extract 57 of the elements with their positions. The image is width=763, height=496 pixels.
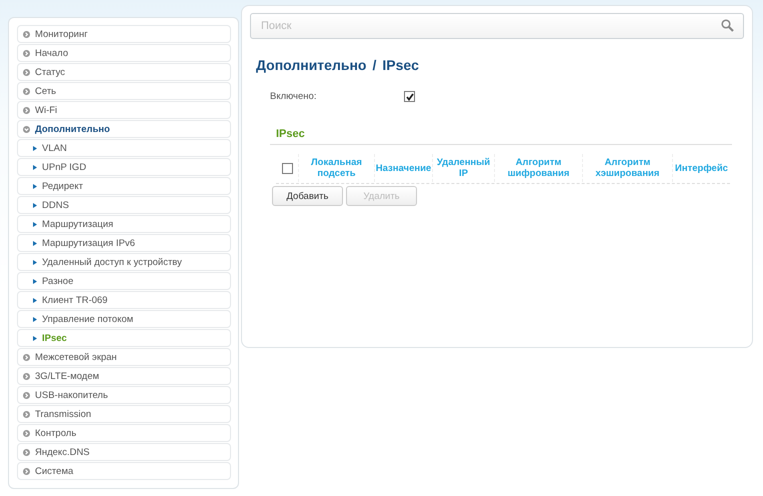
expand-icon [23,50,30,56]
arrow-icon [33,164,37,170]
menu-item[interactable]: Wi-Fi [17,101,231,119]
submenu-item[interactable]: Удаленный доступ к устройству [17,253,231,271]
enabled-label: Включено: [270,91,318,102]
section-title: IPsec [270,128,732,145]
search-icon [721,19,734,32]
menu-item[interactable]: Система [17,462,231,480]
submenu-item[interactable]: Клиент TR-069 [17,291,231,309]
page-title: Дополнительно [256,57,366,73]
menu-item[interactable]: Начало [17,44,231,62]
submenu-item[interactable]: DDNS [17,196,231,214]
expand-icon [23,354,30,360]
arrow-icon [33,240,37,246]
select-all-checkbox[interactable] [282,162,292,174]
menu-item[interactable]: 3G/LTE-модем [17,367,231,385]
add-button[interactable]: Добавить [272,186,343,206]
breadcrumb-separator: / [372,57,376,73]
expand-icon [23,68,30,76]
menu-item[interactable]: Transmission [17,405,231,423]
arrow-icon [33,298,37,302]
collapse-icon [23,126,30,132]
menu-item[interactable]: Дополнительно [17,120,231,138]
menu-item[interactable]: USB-накопитель [17,386,231,404]
search-field[interactable]: Поиск [250,13,744,39]
expand-icon [23,372,30,380]
expand-icon [23,106,30,114]
submenu-item[interactable]: UPnP IGD [17,158,231,176]
menu-item[interactable]: Межсетевой экран [17,348,231,366]
expand-icon [23,448,30,456]
expand-icon [23,392,30,398]
expand-icon [23,468,30,474]
menu-item[interactable]: Яндекс.DNS [17,443,231,461]
arrow-icon [33,202,37,208]
submenu-item[interactable]: VLAN [17,139,231,157]
expand-icon [23,88,30,94]
menu-item[interactable]: Сеть [17,82,231,100]
submenu-item[interactable]: Маршрутизация [17,215,231,233]
arrow-icon [33,316,37,322]
menu-item[interactable]: Контроль [17,424,231,442]
arrow-icon [33,278,37,284]
expand-icon [23,430,30,436]
submenu-item[interactable]: Разное [17,272,231,290]
arrow-icon [33,184,37,188]
expand-icon [23,30,30,38]
arrow-icon [33,146,37,150]
submenu-item[interactable]: Редирект [17,177,231,195]
page-title: IPsec [382,57,419,73]
menu-item[interactable]: Мониторинг [17,25,231,43]
enabled-checkbox[interactable] [404,91,415,102]
arrow-icon [33,222,37,226]
submenu-item[interactable]: Управление потоком [17,310,231,328]
arrow-icon [33,260,37,264]
arrow-icon [33,336,37,340]
submenu-item[interactable]: Маршрутизация IPv6 [17,234,231,252]
menu-item[interactable]: Статус [17,63,231,81]
expand-icon [23,410,30,418]
